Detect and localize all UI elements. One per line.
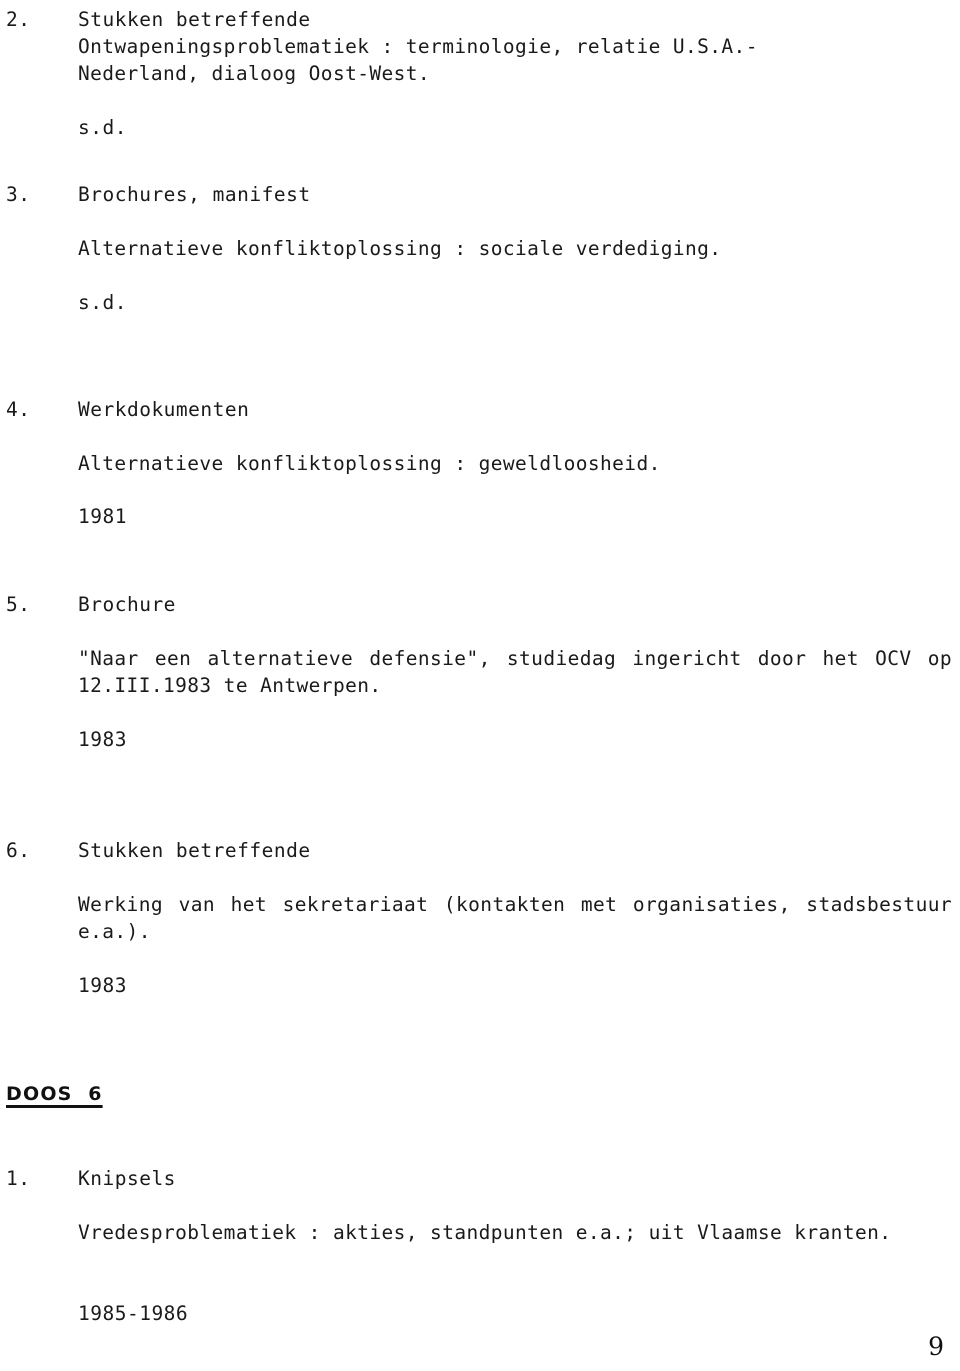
entry-header: 3. Brochures, manifest bbox=[0, 181, 960, 208]
entry-number: 2. bbox=[6, 8, 31, 31]
document-page: 2. Stukken betreffende Ontwapeningsprobl… bbox=[0, 0, 960, 1371]
entry-date: 1985-1986 bbox=[78, 1302, 189, 1325]
entry-date: 1981 bbox=[78, 505, 127, 528]
inventory-entry: 5. Brochure "Naar een alternatieve defen… bbox=[0, 591, 960, 751]
entry-description: Vredesproblematiek : akties, standpunten… bbox=[78, 1221, 892, 1244]
entry-title: Stukken betreffende bbox=[78, 8, 311, 31]
entry-header: 6. Stukken betreffende bbox=[0, 837, 960, 864]
entry-number: 4. bbox=[6, 398, 31, 421]
inventory-entry: 4. Werkdokumenten Alternatieve konflikto… bbox=[0, 396, 960, 528]
entry-header: 5. Brochure bbox=[0, 591, 960, 618]
entry-header: 4. Werkdokumenten bbox=[0, 396, 960, 423]
entry-description: "Naar een alternatieve defensie", studie… bbox=[78, 647, 952, 697]
inventory-entry: 1. Knipsels Vredesproblematiek : akties,… bbox=[0, 1165, 960, 1325]
entry-number: 1. bbox=[6, 1167, 31, 1190]
entry-date: s.d. bbox=[78, 116, 127, 139]
entry-date: 1983 bbox=[78, 728, 127, 751]
entry-description: Ontwapeningsproblematiek : terminologie,… bbox=[78, 35, 758, 85]
entry-title: Brochures, manifest bbox=[78, 183, 311, 206]
entry-title: Brochure bbox=[78, 593, 176, 616]
entry-number: 6. bbox=[6, 839, 31, 862]
inventory-entry: 6. Stukken betreffende Werking van het s… bbox=[0, 837, 960, 997]
inventory-entry: 3. Brochures, manifest Alternatieve konf… bbox=[0, 181, 960, 314]
entry-title: Werkdokumenten bbox=[78, 398, 250, 421]
entry-header: 2. Stukken betreffende bbox=[0, 6, 960, 33]
entry-description: Werking van het sekretariaat (kontakten … bbox=[78, 893, 952, 943]
box-heading: DOOS 6 bbox=[6, 1083, 103, 1105]
entry-number: 3. bbox=[6, 183, 31, 206]
entry-date: 1983 bbox=[78, 974, 127, 997]
inventory-entry: 2. Stukken betreffende Ontwapeningsprobl… bbox=[0, 6, 960, 139]
page-number: 9 bbox=[928, 1332, 944, 1361]
entry-description: Alternatieve konfliktoplossing : sociale… bbox=[78, 237, 722, 260]
entry-number: 5. bbox=[6, 593, 31, 616]
entry-header: 1. Knipsels bbox=[0, 1165, 960, 1192]
entry-description: Alternatieve konfliktoplossing : geweldl… bbox=[78, 452, 661, 475]
entry-date: s.d. bbox=[78, 291, 127, 314]
entry-title: Stukken betreffende bbox=[78, 839, 311, 862]
entry-title: Knipsels bbox=[78, 1167, 176, 1190]
